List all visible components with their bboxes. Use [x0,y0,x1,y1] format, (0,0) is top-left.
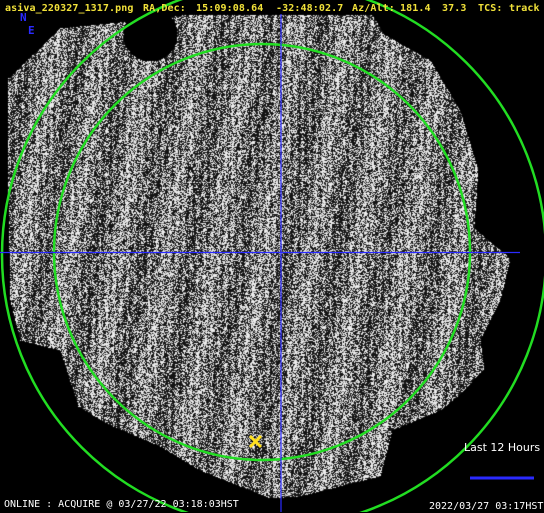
horizon-circle [0,0,544,512]
tcs-status: track [509,3,540,14]
compass-east-label: E [28,24,35,37]
azalt-label: Az/Alt: [352,3,395,14]
compass-north-label: N [20,11,27,24]
tcs-label: TCS: [478,3,503,14]
x-mark-icon [248,434,263,449]
radec-label: RA,Dec: [143,3,186,14]
timestamp: 2022/03/27 03:17HST [429,501,544,512]
sky-overlay [0,0,544,512]
legend-label: Last 12 Hours [464,441,541,454]
az-value: 181.4 [400,3,431,14]
dec-value: -32:48:02.7 [276,3,344,14]
alt-value: 37.3 [442,3,467,14]
ra-value: 15:09:08.64 [196,3,264,14]
status-line: ONLINE : ACQUIRE @ 03/27/22 03:18:03HST [4,499,239,510]
